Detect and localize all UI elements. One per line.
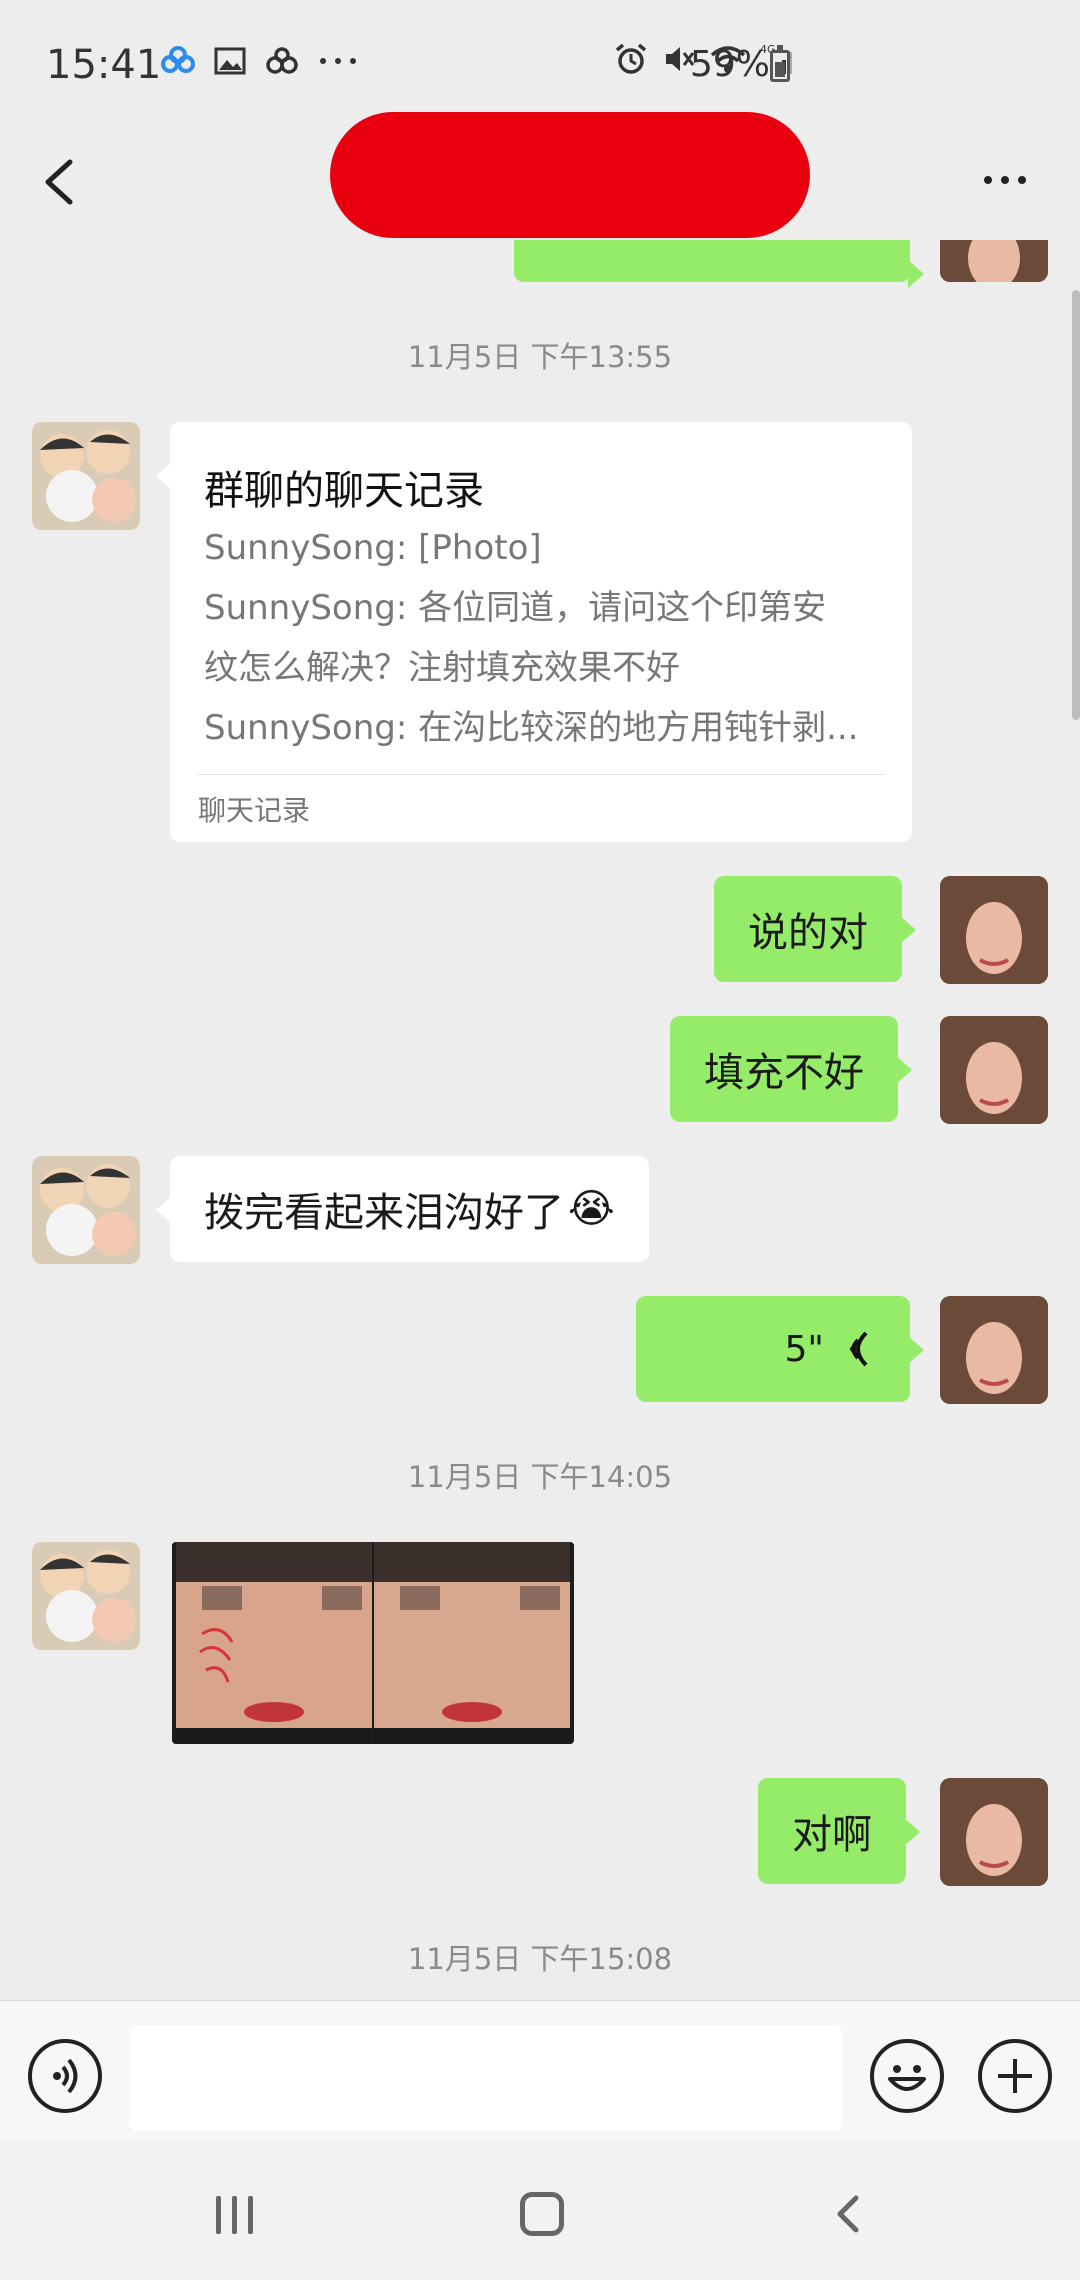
- voice-wave-icon: [53, 2058, 78, 2094]
- previous-voice-message[interactable]: [514, 240, 924, 288]
- battery-icon: [770, 45, 790, 82]
- chat-title-redacted: [330, 112, 810, 238]
- chat-record-line: SunnySong: [Photo]: [204, 528, 542, 568]
- chat-record-card[interactable]: 群聊的聊天记录 SunnySong: [Photo] SunnySong: 各位…: [156, 422, 912, 842]
- more-options-button[interactable]: [970, 160, 1040, 200]
- contact-avatar[interactable]: [32, 422, 140, 530]
- message-text: 对啊: [792, 1812, 872, 1858]
- self-avatar[interactable]: [940, 1016, 1048, 1124]
- battery-percent: 59%: [690, 44, 771, 85]
- message-input[interactable]: [130, 2025, 842, 2131]
- more-dots-icon: [320, 58, 356, 64]
- more-dot: [1018, 176, 1026, 184]
- self-avatar[interactable]: [940, 1296, 1048, 1404]
- sent-voice-message[interactable]: 5": [636, 1296, 924, 1402]
- voice-wave-icon: [850, 1331, 868, 1367]
- crying-emoji: 😭: [568, 1186, 615, 1232]
- contact-avatar[interactable]: [32, 1542, 140, 1650]
- voice-duration: 5": [784, 1328, 824, 1370]
- back-button[interactable]: [30, 152, 90, 212]
- status-left-icons: [160, 46, 358, 76]
- timestamp: 11月5日 下午13:55: [407, 340, 673, 374]
- message-text: 拨完看起来泪沟好了: [204, 1190, 564, 1236]
- smiley-icon: [888, 2065, 926, 2091]
- chat-record-line: SunnySong: 各位同道，请问这个印第安: [204, 588, 827, 628]
- cloud-icon: [161, 46, 195, 73]
- home-button[interactable]: [520, 2192, 564, 2236]
- system-navigation-bar: [0, 2140, 1080, 2280]
- recent-bar: [248, 2196, 253, 2234]
- self-avatar[interactable]: [940, 240, 1048, 282]
- message-list[interactable]: 11月5日 下午13:55 群聊的聊天记录 SunnySong: [Photo]…: [0, 240, 1080, 2000]
- status-bar: 15:41 4G 59%: [0, 0, 1080, 130]
- recent-bar: [232, 2196, 237, 2234]
- message-text: 说的对: [748, 910, 868, 956]
- chat-record-line: 纹怎么解决？注射填充效果不好: [204, 648, 680, 688]
- link-icon: [266, 47, 298, 74]
- sent-message[interactable]: 填充不好: [670, 1016, 912, 1122]
- more-dot: [1001, 176, 1009, 184]
- contact-avatar[interactable]: [32, 1156, 140, 1264]
- received-message[interactable]: 拨完看起来泪沟好了 😭: [156, 1156, 649, 1262]
- message-text: 填充不好: [704, 1050, 864, 1096]
- chat-record-footer: 聊天记录: [198, 774, 884, 829]
- received-photo[interactable]: [172, 1542, 574, 1744]
- more-dot: [984, 176, 992, 184]
- more-features-button[interactable]: [978, 2039, 1052, 2113]
- self-avatar[interactable]: [940, 1778, 1048, 1886]
- system-back-button[interactable]: [826, 2192, 870, 2236]
- chat-header: [0, 112, 1080, 240]
- chat-record-title: 群聊的聊天记录: [204, 468, 484, 514]
- voice-input-button[interactable]: [28, 2039, 102, 2113]
- sent-message[interactable]: 说的对: [714, 876, 916, 982]
- recent-bar: [216, 2196, 221, 2234]
- emoji-button[interactable]: [870, 2039, 944, 2113]
- self-avatar[interactable]: [940, 876, 1048, 984]
- image-icon: [214, 47, 246, 75]
- alarm-icon: [615, 43, 647, 74]
- status-time: 15:41: [46, 42, 162, 88]
- timestamp: 11月5日 下午14:05: [407, 1460, 673, 1494]
- sent-message[interactable]: 对啊: [758, 1778, 920, 1884]
- recent-apps-button[interactable]: [216, 2196, 253, 2234]
- input-bar: [0, 2000, 1080, 2140]
- chat-record-line: SunnySong: 在沟比较深的地方用钝针剥...: [204, 708, 859, 748]
- timestamp: 11月5日 下午15:08: [407, 1942, 673, 1976]
- plus-icon: [998, 2059, 1032, 2093]
